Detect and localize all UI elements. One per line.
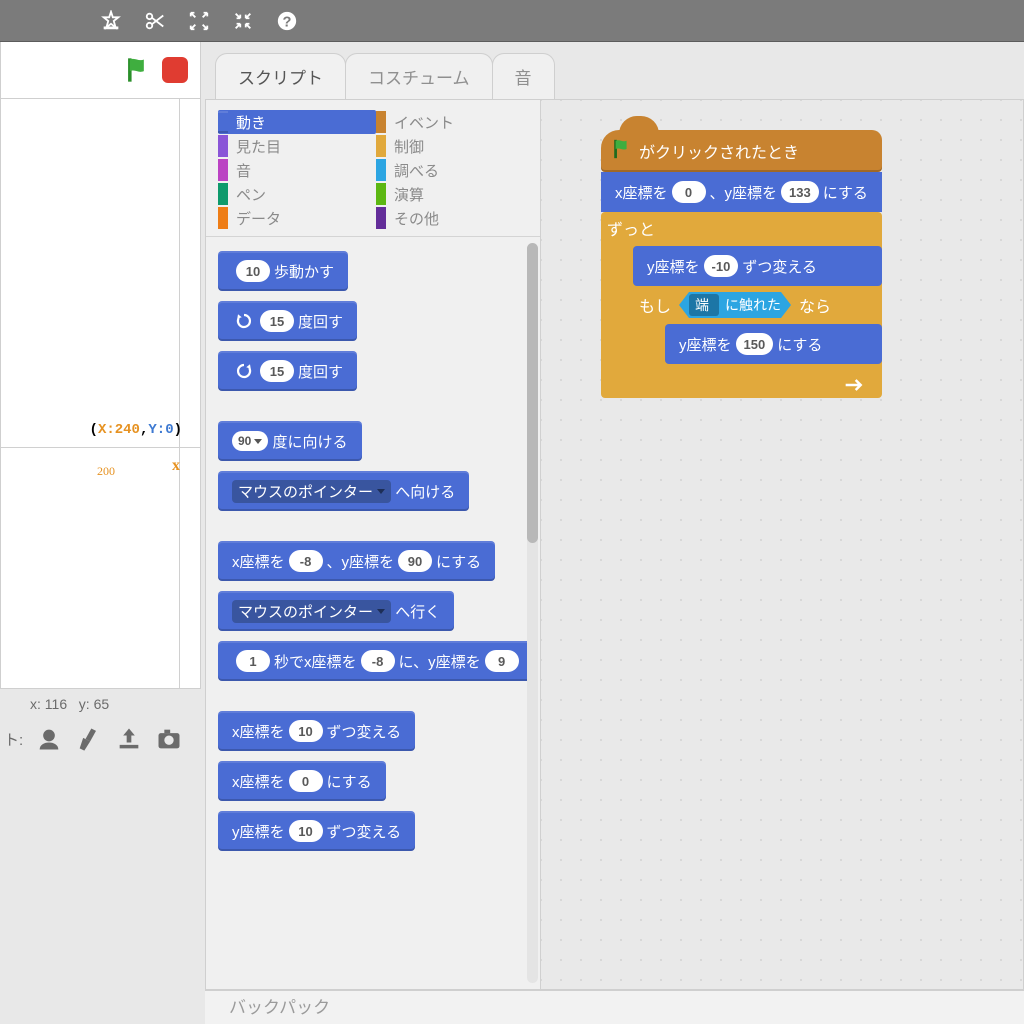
- block-goto-xy[interactable]: x座標を-8、y座標を90にする: [218, 541, 495, 581]
- block-turn-ccw[interactable]: 15度回す: [218, 351, 357, 391]
- camera-sprite-icon[interactable]: [155, 725, 183, 753]
- stamp-icon[interactable]: [100, 10, 122, 32]
- stop-icon[interactable]: [162, 57, 188, 83]
- category-sound[interactable]: 音: [218, 158, 376, 182]
- stage-canvas[interactable]: (X:240,Y:0) 200 x: [0, 99, 201, 689]
- rotate-cw-icon: [232, 309, 256, 333]
- category-control[interactable]: 制御: [376, 134, 534, 158]
- svg-text:?: ?: [283, 14, 292, 30]
- block-forever[interactable]: ずっと y座標を-10ずつ変える もし端に触れたなら y座標を150にする: [601, 212, 882, 398]
- category-pen[interactable]: ペン: [218, 182, 376, 206]
- mouse-position: x: 116 y: 65: [0, 689, 205, 719]
- scissors-icon[interactable]: [144, 10, 166, 32]
- tab-scripts[interactable]: スクリプト: [215, 53, 346, 99]
- grow-icon[interactable]: [188, 10, 210, 32]
- block-turn-cw[interactable]: 15度回す: [218, 301, 357, 341]
- category-data[interactable]: データ: [218, 206, 376, 230]
- loop-arrow-icon: [601, 378, 882, 396]
- upload-sprite-icon[interactable]: [115, 725, 143, 753]
- stage-crosshair-label: (X:240,Y:0): [90, 422, 182, 438]
- tab-sounds[interactable]: 音: [492, 53, 555, 99]
- block-goto-xy-script[interactable]: x座標を0、y座標を133にする: [601, 172, 882, 212]
- block-glide[interactable]: 1秒でx座標を-8に、y座標を9: [218, 641, 537, 681]
- rotate-ccw-icon: [232, 359, 256, 383]
- block-change-y-script[interactable]: y座標を-10ずつ変える: [633, 246, 882, 286]
- category-sensing[interactable]: 調べる: [376, 158, 534, 182]
- category-operators[interactable]: 演算: [376, 182, 534, 206]
- paint-sprite-icon[interactable]: [75, 725, 103, 753]
- backpack-header[interactable]: バックパック: [205, 990, 1024, 1024]
- left-column: (X:240,Y:0) 200 x x: 116 y: 65 ト:: [0, 42, 205, 1024]
- block-when-flag-clicked[interactable]: がクリックされたとき: [601, 130, 882, 172]
- block-set-x[interactable]: x座標を0にする: [218, 761, 386, 801]
- shrink-icon[interactable]: [232, 10, 254, 32]
- sprite-toolbar: ト:: [0, 719, 205, 759]
- green-flag-icon: [611, 138, 633, 165]
- block-goto[interactable]: マウスのポインター へ行く: [218, 591, 454, 631]
- axis-label-x: x: [172, 457, 180, 475]
- category-events[interactable]: イベント: [376, 110, 534, 134]
- category-selector: 動き イベント 見た目 制御 音 調べる ペン 演算 データ その他: [206, 100, 540, 237]
- block-set-y-script[interactable]: y座標を150にする: [665, 324, 882, 364]
- block-palette: 動き イベント 見た目 制御 音 調べる ペン 演算 データ その他 10歩動か…: [206, 100, 541, 989]
- sprite-tools-label: ト:: [4, 729, 23, 750]
- help-icon[interactable]: ?: [276, 10, 298, 32]
- green-flag-icon[interactable]: [124, 56, 152, 84]
- sprite-library-icon[interactable]: [35, 725, 63, 753]
- block-change-y[interactable]: y座標を10ずつ変える: [218, 811, 415, 851]
- stage-header: [0, 42, 201, 99]
- block-move-steps[interactable]: 10歩動かす: [218, 251, 348, 291]
- category-looks[interactable]: 見た目: [218, 134, 376, 158]
- block-point-towards[interactable]: マウスのポインター へ向ける: [218, 471, 469, 511]
- script-area[interactable]: がクリックされたとき x座標を0、y座標を133にする ずっと y座標を-10ず…: [541, 100, 1023, 989]
- top-toolbar: ?: [0, 0, 1024, 42]
- category-more[interactable]: その他: [376, 206, 534, 230]
- editor-tabs: スクリプト コスチューム 音: [205, 53, 1024, 99]
- axis-tick-200: 200: [97, 464, 115, 479]
- block-if[interactable]: もし端に触れたなら y座標を150にする: [633, 288, 882, 378]
- block-point-direction[interactable]: 90 度に向ける: [218, 421, 362, 461]
- script-stack[interactable]: がクリックされたとき x座標を0、y座標を133にする ずっと y座標を-10ず…: [601, 130, 882, 398]
- tab-costumes[interactable]: コスチューム: [345, 53, 493, 99]
- palette-scrollbar[interactable]: [527, 243, 538, 983]
- category-motion[interactable]: 動き: [218, 110, 376, 134]
- block-change-x[interactable]: x座標を10ずつ変える: [218, 711, 415, 751]
- block-touching[interactable]: 端に触れた: [679, 292, 791, 318]
